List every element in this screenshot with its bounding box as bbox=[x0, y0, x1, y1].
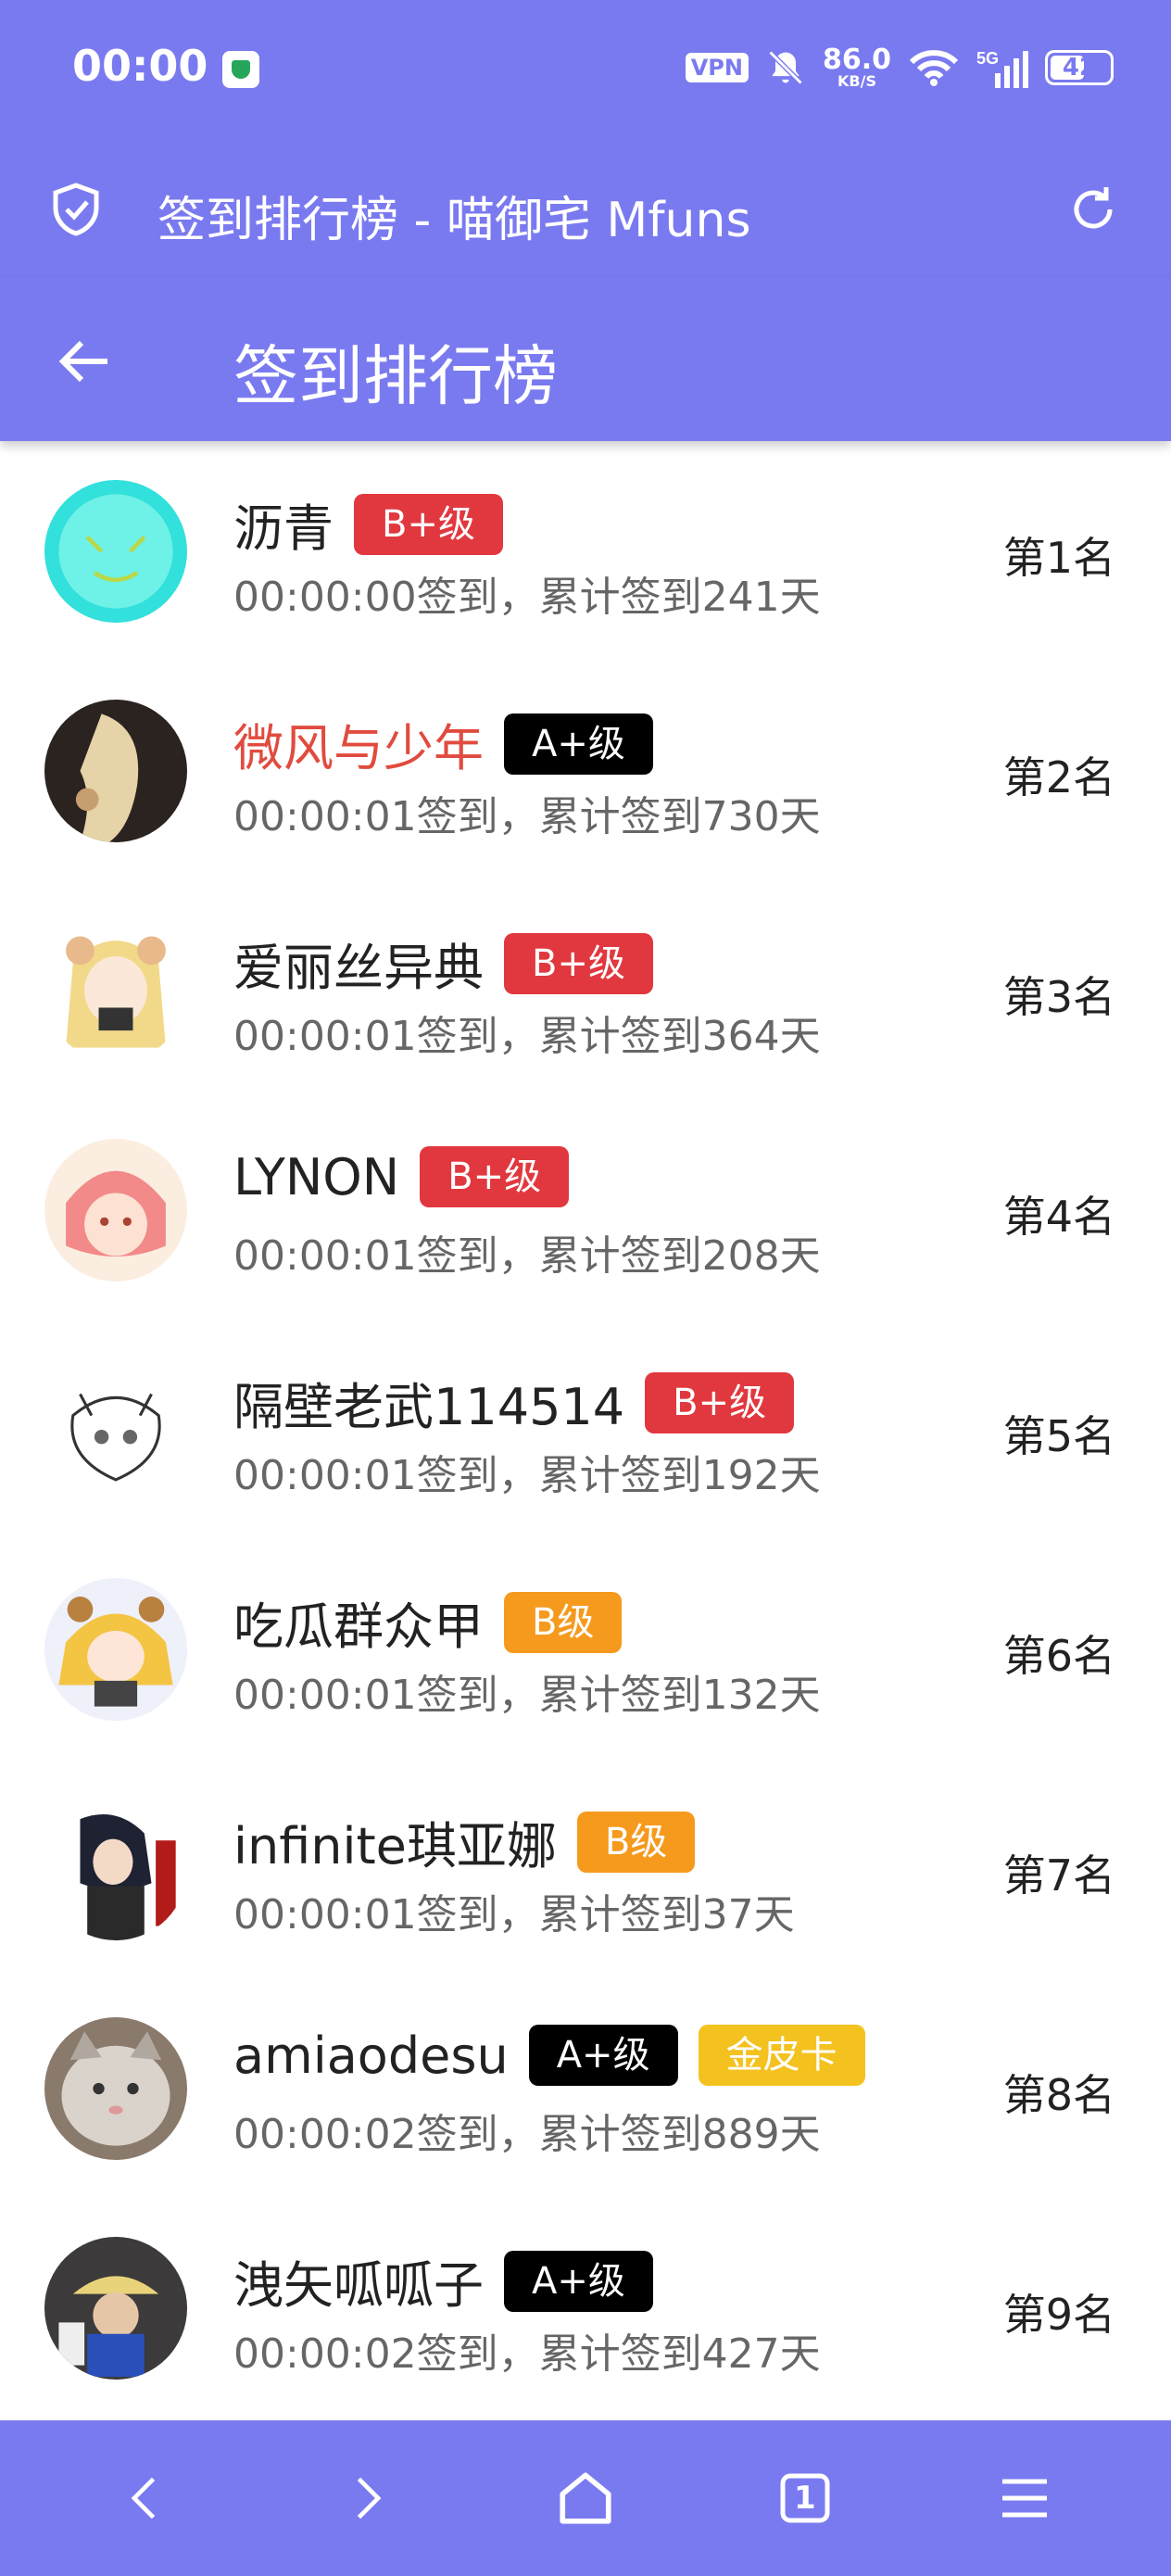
list-item[interactable]: 吃瓜群众甲 B级 00:00:01签到，累计签到132天 第6名 bbox=[0, 1539, 1171, 1759]
checkin-info: 00:00:01签到，累计签到730天 bbox=[233, 793, 821, 840]
user-name: 隔壁老武114514 bbox=[233, 1378, 625, 1436]
checkin-info: 00:00:02签到，累计签到889天 bbox=[233, 2111, 821, 2158]
avatar[interactable] bbox=[44, 1358, 187, 1501]
rank-label: 第7名 bbox=[1002, 1850, 1115, 1900]
rank-label: 第5名 bbox=[1002, 1411, 1115, 1461]
app-bar-title: 签到排行榜 bbox=[233, 338, 558, 414]
mute-icon bbox=[765, 47, 806, 88]
level-badge: B级 bbox=[576, 1811, 696, 1873]
speed-value: 86.0 bbox=[822, 44, 891, 76]
avatar[interactable] bbox=[44, 1139, 187, 1282]
list-item[interactable]: LYNON B+级 00:00:01签到，累计签到208天 第4名 bbox=[0, 1100, 1171, 1320]
back-icon[interactable] bbox=[91, 2443, 202, 2554]
rank-label: 第1名 bbox=[1002, 533, 1115, 583]
ranking-list: 沥青 B+级 00:00:00签到，累计签到241天 第1名 微风与少年 A+级… bbox=[0, 441, 1171, 2420]
list-item[interactable]: 微风与少年 A+级 00:00:01签到，累计签到730天 第2名 bbox=[0, 661, 1171, 880]
page-title[interactable]: 签到排行榜 - 喵御宅 Mfuns bbox=[157, 181, 751, 250]
gold-card-badge: 金皮卡 bbox=[698, 2025, 865, 2086]
checkin-info: 00:00:01签到，累计签到364天 bbox=[233, 1013, 821, 1060]
network-type: 5G bbox=[976, 49, 999, 68]
avatar[interactable] bbox=[44, 919, 187, 1062]
avatar[interactable] bbox=[44, 480, 187, 623]
reload-icon[interactable] bbox=[1064, 180, 1123, 243]
list-item[interactable]: infinite琪亚娜 B级 00:00:01签到，累计签到37天 第7名 bbox=[0, 1759, 1171, 1978]
rank-label: 第8名 bbox=[1002, 2070, 1115, 2120]
forward-icon[interactable] bbox=[310, 2443, 422, 2554]
user-name: LYNON bbox=[233, 1147, 400, 1206]
checkin-info: 00:00:01签到，累计签到208天 bbox=[233, 1232, 821, 1280]
user-name: 吃瓜群众甲 bbox=[233, 1597, 484, 1656]
level-badge: A+级 bbox=[528, 2025, 678, 2086]
wifi-icon bbox=[908, 47, 960, 88]
tabs-button[interactable]: 1 bbox=[749, 2443, 861, 2554]
status-bar: 00:00 VPN 86.0 KB/S 5G 42 bbox=[0, 0, 1171, 139]
menu-icon[interactable] bbox=[969, 2443, 1080, 2554]
status-time: 00:00 bbox=[72, 41, 208, 91]
app-bar: 签到排行榜 bbox=[0, 278, 1171, 441]
user-name: 洩矢呱呱子 bbox=[233, 2256, 484, 2315]
level-badge: B级 bbox=[504, 1591, 623, 1653]
tab-count: 1 bbox=[793, 2480, 816, 2517]
avatar[interactable] bbox=[44, 700, 187, 842]
list-item[interactable]: amiaodesu A+级 金皮卡 00:00:02签到，累计签到889天 第8… bbox=[0, 1978, 1171, 2198]
checkin-info: 00:00:01签到，累计签到37天 bbox=[233, 1891, 795, 1938]
user-name: infinite琪亚娜 bbox=[233, 1817, 557, 1875]
system-icons: VPN 86.0 KB/S 5G 42 bbox=[685, 44, 1114, 91]
checkin-info: 00:00:00签到，累计签到241天 bbox=[233, 574, 821, 621]
browser-bottom-bar: 1 bbox=[0, 2420, 1171, 2576]
browser-url-bar: 签到排行榜 - 喵御宅 Mfuns bbox=[0, 139, 1171, 278]
list-item[interactable]: 沥青 B+级 00:00:00签到，累计签到241天 第1名 bbox=[0, 441, 1171, 661]
level-badge: B+级 bbox=[420, 1146, 570, 1207]
shield-check-icon[interactable] bbox=[46, 180, 106, 243]
avatar[interactable] bbox=[44, 1798, 187, 1940]
rank-label: 第4名 bbox=[1002, 1192, 1115, 1242]
list-item[interactable]: 隔壁老武114514 B+级 00:00:01签到，累计签到192天 第5名 bbox=[0, 1320, 1171, 1539]
level-badge: B+级 bbox=[645, 1371, 795, 1433]
network-speed: 86.0 KB/S bbox=[823, 46, 891, 89]
battery-level: 42 bbox=[1062, 54, 1097, 82]
checkin-info: 00:00:02签到，累计签到427天 bbox=[233, 2330, 821, 2378]
security-app-icon bbox=[222, 51, 259, 88]
signal-5g-icon: 5G bbox=[976, 47, 1028, 88]
rank-label: 第6名 bbox=[1002, 1631, 1115, 1681]
user-name: amiaodesu bbox=[233, 2026, 509, 2085]
checkin-info: 00:00:01签到，累计签到132天 bbox=[233, 1672, 821, 1719]
checkin-info: 00:00:01签到，累计签到192天 bbox=[233, 1452, 821, 1499]
level-badge: A+级 bbox=[504, 713, 653, 775]
rank-label: 第9名 bbox=[1002, 2290, 1115, 2340]
list-item[interactable]: 爱丽丝异典 B+级 00:00:01签到，累计签到364天 第3名 bbox=[0, 880, 1171, 1100]
list-item[interactable]: 洩矢呱呱子 A+级 00:00:02签到，累计签到427天 第9名 bbox=[0, 2198, 1171, 2418]
avatar[interactable] bbox=[44, 1578, 187, 1721]
user-name: 爱丽丝异典 bbox=[233, 939, 484, 997]
home-icon[interactable] bbox=[530, 2443, 641, 2554]
user-name: 微风与少年 bbox=[233, 719, 484, 777]
rank-label: 第2名 bbox=[1002, 752, 1115, 802]
level-badge: A+级 bbox=[504, 2250, 653, 2312]
level-badge: B+级 bbox=[504, 932, 653, 994]
user-name: 沥青 bbox=[233, 499, 334, 558]
rank-label: 第3名 bbox=[1002, 972, 1115, 1022]
level-badge: B+级 bbox=[354, 493, 503, 555]
speed-unit: KB/S bbox=[837, 72, 876, 90]
vpn-icon: VPN bbox=[685, 53, 749, 82]
avatar[interactable] bbox=[44, 2017, 187, 2160]
avatar[interactable] bbox=[44, 2237, 187, 2380]
back-arrow-icon[interactable] bbox=[56, 332, 115, 395]
battery-icon: 42 bbox=[1045, 50, 1114, 85]
